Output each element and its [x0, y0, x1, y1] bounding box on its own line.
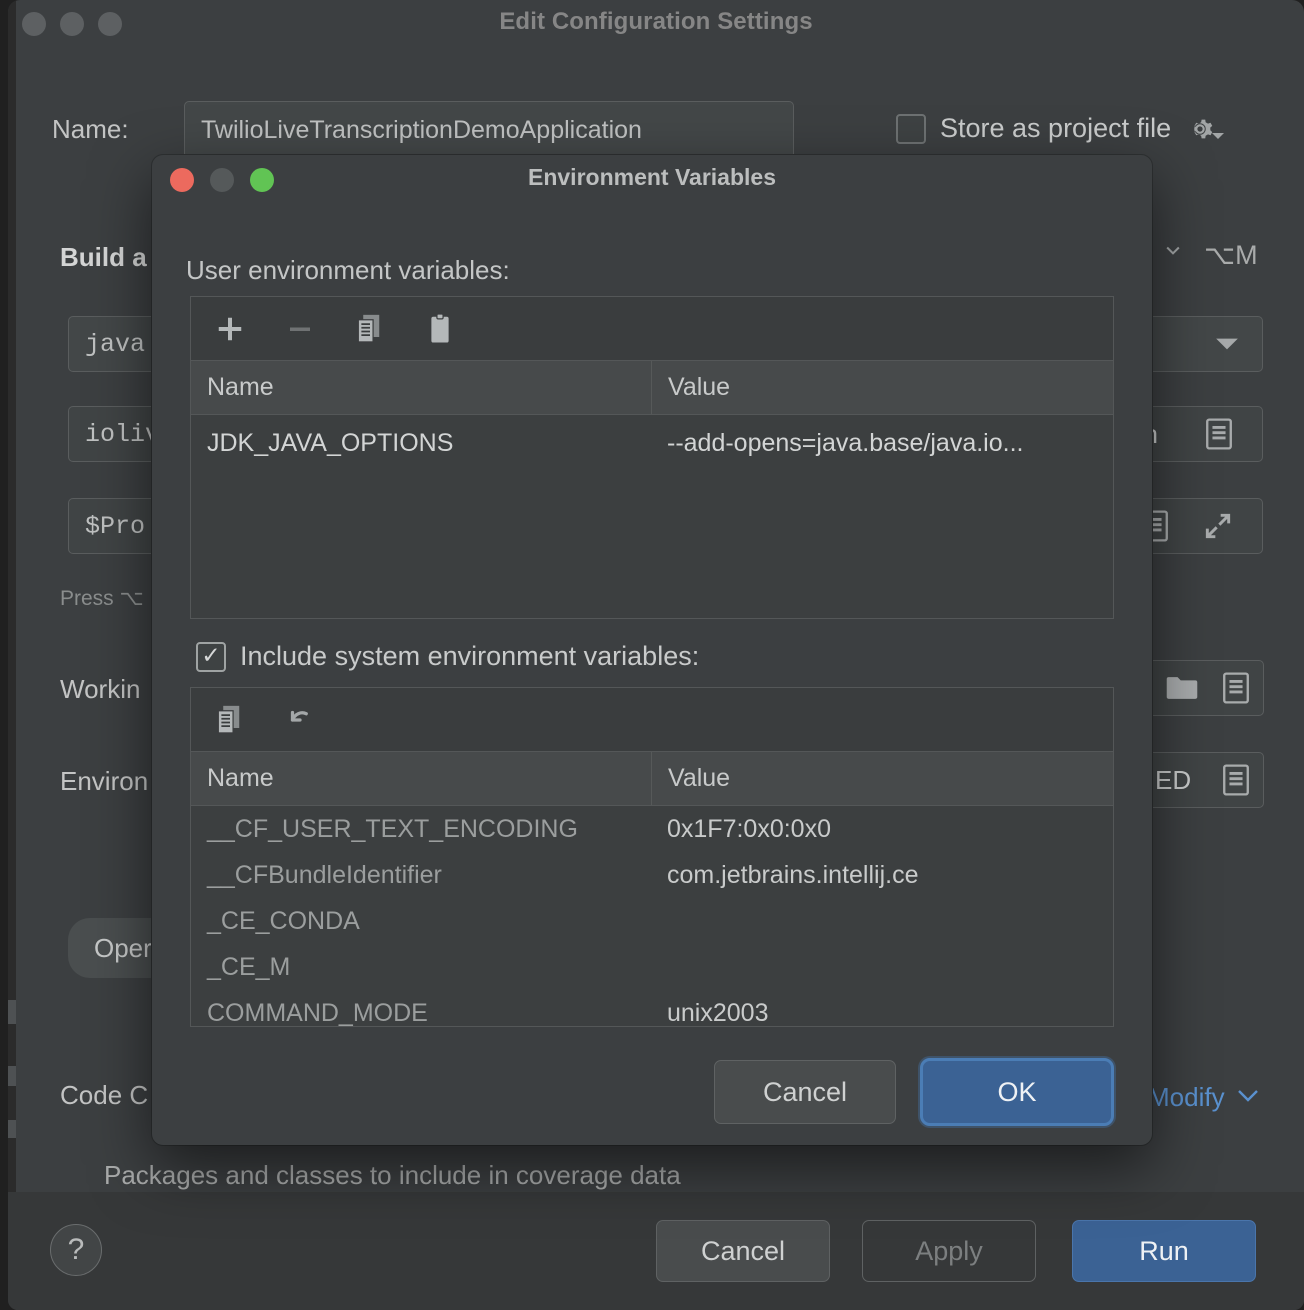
copy-icon[interactable]	[353, 312, 387, 346]
environment-variables-dialog: Environment Variables User environment v…	[152, 155, 1152, 1145]
user-table-body[interactable]: JDK_JAVA_OPTIONS --add-opens=java.base/j…	[191, 415, 1113, 618]
column-header-name: Name	[207, 764, 274, 792]
environment-value-tail: ED	[1155, 764, 1192, 795]
cell-value: unix2003	[667, 998, 769, 1027]
user-table-header: Name Value	[191, 361, 1113, 415]
folder-icon[interactable]	[1165, 674, 1199, 702]
chevron-down-icon[interactable]	[1214, 335, 1240, 353]
cell-name: JDK_JAVA_OPTIONS	[207, 428, 454, 457]
configuration-name-input[interactable]: TwilioLiveTranscriptionDemoApplication	[184, 101, 794, 159]
environment-variables-label: Environ	[60, 766, 149, 796]
dialog-title: Environment Variables	[528, 164, 776, 190]
window-bottom-bar: ? Cancel Apply Run	[8, 1192, 1304, 1310]
add-icon[interactable]	[213, 312, 247, 346]
column-header-name: Name	[207, 373, 274, 401]
help-button[interactable]: ?	[50, 1224, 102, 1276]
dialog-cancel-button[interactable]: Cancel	[714, 1060, 896, 1124]
include-system-environment-checkbox[interactable]: ✓	[196, 641, 226, 672]
cell-value: com.jetbrains.intellij.ce	[667, 860, 919, 889]
module-field-value: ioliv	[85, 419, 161, 449]
cell-name: __CF_USER_TEXT_ENCODING	[207, 814, 578, 843]
table-row[interactable]: __CFBundleIdentifier com.jetbrains.intel…	[191, 852, 1113, 898]
coverage-hint-label: Packages and classes to include in cover…	[104, 1160, 681, 1190]
table-row[interactable]: _CE_CONDA	[191, 898, 1113, 944]
dialog-ok-button[interactable]: OK	[920, 1058, 1114, 1126]
user-environment-variables-label: User environment variables:	[186, 255, 510, 285]
chevron-down-icon[interactable]	[1160, 240, 1186, 260]
cell-name: _CE_CONDA	[207, 906, 360, 935]
user-environment-table: Name Value JDK_JAVA_OPTIONS --add-opens=…	[190, 296, 1114, 619]
gear-icon[interactable]	[1185, 114, 1225, 144]
remove-icon	[283, 312, 317, 346]
expand-icon[interactable]	[1202, 510, 1234, 542]
table-row[interactable]: JDK_JAVA_OPTIONS --add-opens=java.base/j…	[191, 415, 1113, 471]
build-shortcut-label: ⌥M	[1204, 240, 1258, 270]
apply-button[interactable]: Apply	[862, 1220, 1036, 1282]
working-directory-label: Workin	[60, 674, 141, 704]
store-as-project-file-checkbox[interactable]	[896, 113, 926, 144]
cancel-button[interactable]: Cancel	[656, 1220, 830, 1282]
page-title: Edit Configuration Settings	[499, 8, 813, 35]
build-and-run-label: Build a	[60, 242, 147, 272]
cell-name: _CE_M	[207, 952, 291, 981]
cell-name: __CFBundleIdentifier	[207, 860, 442, 889]
macro-document-icon[interactable]	[1221, 671, 1251, 705]
revert-icon[interactable]	[283, 703, 317, 737]
column-header-value: Value	[651, 752, 1113, 805]
edge-segment	[8, 1120, 16, 1138]
cell-value: --add-opens=java.base/java.io...	[667, 428, 1024, 457]
macro-document-icon[interactable]	[1204, 417, 1234, 451]
include-system-environment-row[interactable]: ✓ Include system environment variables:	[196, 641, 699, 672]
cell-value: 0x1F7:0x0:0x0	[667, 814, 831, 843]
table-row[interactable]: COMMAND_MODE unix2003	[191, 990, 1113, 1027]
run-button[interactable]: Run	[1072, 1220, 1256, 1282]
jdk-select-value: java	[85, 329, 146, 359]
include-system-environment-label: Include system environment variables:	[240, 641, 700, 671]
parent-titlebar: Edit Configuration Settings	[8, 0, 1304, 48]
dialog-titlebar: Environment Variables	[152, 155, 1152, 205]
table-row[interactable]: __CF_USER_TEXT_ENCODING 0x1F7:0x0:0x0	[191, 806, 1113, 852]
macro-document-icon[interactable]	[1221, 763, 1251, 797]
column-header-value: Value	[651, 361, 1113, 414]
system-environment-table: Name Value __CF_USER_TEXT_ENCODING 0x1F7…	[190, 687, 1114, 1027]
modify-link[interactable]: Modify	[1148, 1082, 1225, 1113]
system-table-toolbar	[191, 688, 1113, 752]
user-table-toolbar	[191, 297, 1113, 361]
table-row[interactable]: _CE_M	[191, 944, 1113, 990]
copy-icon[interactable]	[213, 703, 247, 737]
system-table-body[interactable]: __CF_USER_TEXT_ENCODING 0x1F7:0x0:0x0 __…	[191, 806, 1113, 1027]
classpath-field-value: $Pro	[85, 511, 146, 541]
store-as-project-file-row[interactable]: Store as project file	[896, 113, 1225, 144]
store-as-project-file-label: Store as project file	[940, 113, 1172, 143]
paste-icon[interactable]	[423, 312, 457, 346]
edge-segment	[8, 1000, 16, 1024]
check-icon: ✓	[201, 642, 221, 668]
chevron-down-icon[interactable]	[1236, 1086, 1260, 1104]
system-table-header: Name Value	[191, 752, 1113, 806]
cell-name: COMMAND_MODE	[207, 998, 428, 1027]
window-left-edge-strip	[8, 0, 16, 1310]
code-coverage-label: Code C	[60, 1080, 149, 1110]
press-hint-label: Press ⌥	[60, 587, 144, 610]
edge-segment	[8, 1066, 16, 1086]
name-label: Name:	[52, 114, 129, 144]
